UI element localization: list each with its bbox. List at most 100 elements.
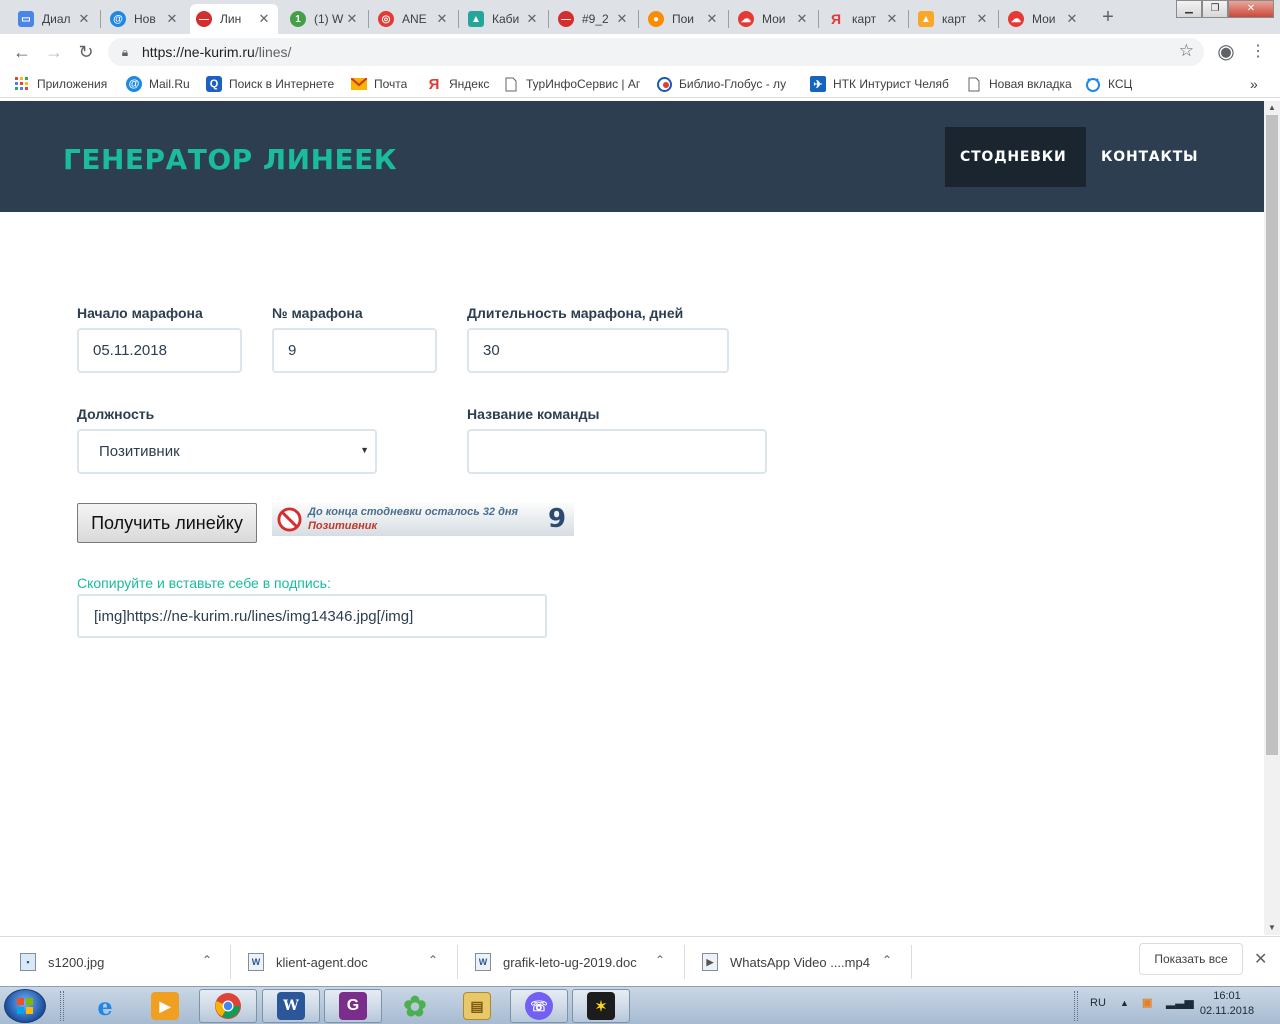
browser-tab[interactable]: ▲ карт ✕: [912, 4, 996, 34]
tab-title: Диал: [42, 12, 71, 26]
start-button[interactable]: [4, 989, 46, 1023]
close-icon[interactable]: ✕: [704, 11, 720, 27]
nav-contacts[interactable]: КОНТАКТЫ: [1086, 127, 1213, 187]
bbcode-output-input[interactable]: [img]https://ne-kurim.ru/lines/img14346.…: [77, 594, 547, 638]
bookmark-turinfo[interactable]: ТурИнфоСервис | Аг: [503, 75, 643, 93]
scrollbar-thumb[interactable]: [1266, 115, 1278, 755]
taskbar-word[interactable]: W: [262, 989, 320, 1023]
browser-tab[interactable]: ● Пои ✕: [642, 4, 726, 34]
bookmark-mailru[interactable]: @ Mail.Ru: [126, 75, 190, 93]
close-icon[interactable]: ✕: [76, 11, 92, 27]
network-icon[interactable]: ▂▃▅: [1166, 995, 1194, 1009]
language-indicator[interactable]: RU: [1090, 997, 1106, 1009]
taskbar-viber[interactable]: ☏: [510, 989, 568, 1023]
download-item[interactable]: W grafik-leto-ug-2019.doc ⌃: [475, 937, 675, 987]
taskbar-chrome[interactable]: [199, 989, 257, 1023]
close-icon[interactable]: ✕: [884, 11, 900, 27]
browser-tab[interactable]: — #9_2 ✕: [552, 4, 636, 34]
taskbar-the-bat[interactable]: ✶: [572, 989, 630, 1023]
taskbar-explorer[interactable]: ▤: [448, 989, 506, 1023]
close-icon[interactable]: ✕: [794, 11, 810, 27]
reload-button[interactable]: ↻: [74, 40, 98, 64]
minimize-button[interactable]: ▁: [1176, 0, 1202, 18]
address-bar[interactable]: 🔒︎ https://ne-kurim.ru/lines/ ☆: [108, 38, 1204, 66]
word-file-icon: W: [475, 953, 491, 971]
close-icon[interactable]: ✕: [344, 11, 360, 27]
mail-at-icon: @: [110, 11, 126, 27]
taskbar-icq[interactable]: ✿: [386, 989, 444, 1023]
chevron-up-icon[interactable]: ⌃: [202, 953, 212, 967]
close-icon[interactable]: ✕: [434, 11, 450, 27]
bookmark-intourist[interactable]: ✈ НТК Интурист Челяб: [810, 75, 950, 93]
browser-tab[interactable]: ▭ Диал ✕: [12, 4, 98, 34]
plane-icon: ✈: [810, 76, 826, 92]
nav-stodnevki[interactable]: СТОДНЕВКИ: [945, 127, 1086, 187]
bookmark-apps[interactable]: Приложения: [14, 75, 107, 93]
browser-tab[interactable]: ☁ Мои ✕: [1002, 4, 1086, 34]
tray-app-icon[interactable]: ▣: [1142, 996, 1152, 1009]
scroll-down-icon[interactable]: ▼: [1264, 921, 1280, 935]
bookmark-ksc[interactable]: КСЦ: [1085, 75, 1132, 93]
image-file-icon: ▪: [20, 953, 36, 971]
close-icon[interactable]: ✕: [1254, 949, 1267, 969]
restore-button[interactable]: ❐: [1202, 0, 1228, 18]
envelope-icon: [351, 76, 367, 92]
banner-number: 9: [548, 504, 567, 534]
taskbar-ie[interactable]: e: [76, 989, 134, 1023]
close-icon[interactable]: ✕: [256, 11, 272, 27]
bookmark-biblio-globus[interactable]: Библио-Глобус - лу: [656, 75, 794, 93]
get-line-button[interactable]: Получить линейку: [77, 503, 257, 543]
more-bookmarks-button[interactable]: »: [1250, 75, 1258, 93]
bookmark-mail[interactable]: Почта: [351, 75, 407, 93]
window-close-button[interactable]: ✕: [1228, 0, 1274, 18]
new-tab-button[interactable]: +: [1096, 6, 1120, 30]
site-logo[interactable]: ГЕНЕРАТОР ЛИНЕЕК: [63, 143, 397, 176]
tab-title: Лин: [220, 12, 242, 26]
taskbar-pdf[interactable]: G: [324, 989, 382, 1023]
browser-tab[interactable]: ☁ Мои ✕: [732, 4, 816, 34]
no-entry-icon: —: [558, 11, 574, 27]
duration-input[interactable]: 30: [467, 328, 729, 373]
download-item[interactable]: ▪ s1200.jpg ⌃: [20, 937, 220, 987]
chevron-up-icon[interactable]: ⌃: [428, 953, 438, 967]
browser-tab[interactable]: @ Нов ✕: [104, 4, 186, 34]
bookmark-new-tab[interactable]: Новая вкладка: [966, 75, 1072, 93]
download-item[interactable]: ▶ WhatsApp Video ....mp4 ⌃: [702, 937, 902, 987]
close-icon[interactable]: ✕: [164, 11, 180, 27]
browser-tab[interactable]: ◎ ANE ✕: [372, 4, 456, 34]
bookmark-label: НТК Интурист Челяб: [833, 77, 949, 91]
browser-tab[interactable]: ▲ Каби ✕: [462, 4, 546, 34]
duration-label: Длительность марафона, дней: [467, 305, 684, 321]
account-icon[interactable]: ◉: [1214, 40, 1238, 64]
forward-button[interactable]: →: [42, 40, 66, 64]
tray-expand-icon[interactable]: ▲: [1120, 998, 1129, 1008]
close-icon[interactable]: ✕: [614, 11, 630, 27]
close-icon[interactable]: ✕: [524, 11, 540, 27]
role-select[interactable]: Позитивник ▼: [77, 429, 377, 474]
taskbar-clock[interactable]: 16:01 02.11.2018: [1194, 989, 1260, 1019]
close-icon[interactable]: ✕: [1064, 11, 1080, 27]
browser-tab[interactable]: Я карт ✕: [822, 4, 906, 34]
team-name-input[interactable]: [467, 429, 767, 474]
menu-icon[interactable]: ⋮: [1246, 40, 1270, 64]
close-icon[interactable]: ✕: [974, 11, 990, 27]
page-scrollbar[interactable]: ▲ ▼: [1264, 101, 1280, 935]
browser-tab-active[interactable]: — Лин ✕: [190, 4, 278, 34]
start-date-input[interactable]: 05.11.2018: [77, 328, 242, 373]
bookmark-star-icon[interactable]: ☆: [1179, 41, 1194, 61]
marathon-number-input[interactable]: 9: [272, 328, 437, 373]
mail-at-icon: @: [126, 76, 142, 92]
bookmark-yandex[interactable]: Я Яндекс: [426, 75, 490, 93]
scroll-up-icon[interactable]: ▲: [1264, 101, 1280, 115]
show-all-downloads-button[interactable]: Показать все: [1139, 943, 1243, 975]
back-button[interactable]: ←: [10, 40, 34, 64]
taskbar-media-player[interactable]: ▶: [136, 989, 194, 1023]
banner-countdown-text: До конца стодневки осталось 32 дня: [308, 506, 519, 518]
chevron-up-icon[interactable]: ⌃: [882, 953, 892, 967]
browser-tab[interactable]: 1 (1) W ✕: [284, 4, 366, 34]
taskbar-grip[interactable]: [60, 991, 64, 1021]
download-item[interactable]: W klient-agent.doc ⌃: [248, 937, 448, 987]
windows-logo-icon: [17, 998, 33, 1014]
chevron-up-icon[interactable]: ⌃: [655, 953, 665, 967]
bookmark-search[interactable]: Q Поиск в Интернете: [206, 75, 334, 93]
